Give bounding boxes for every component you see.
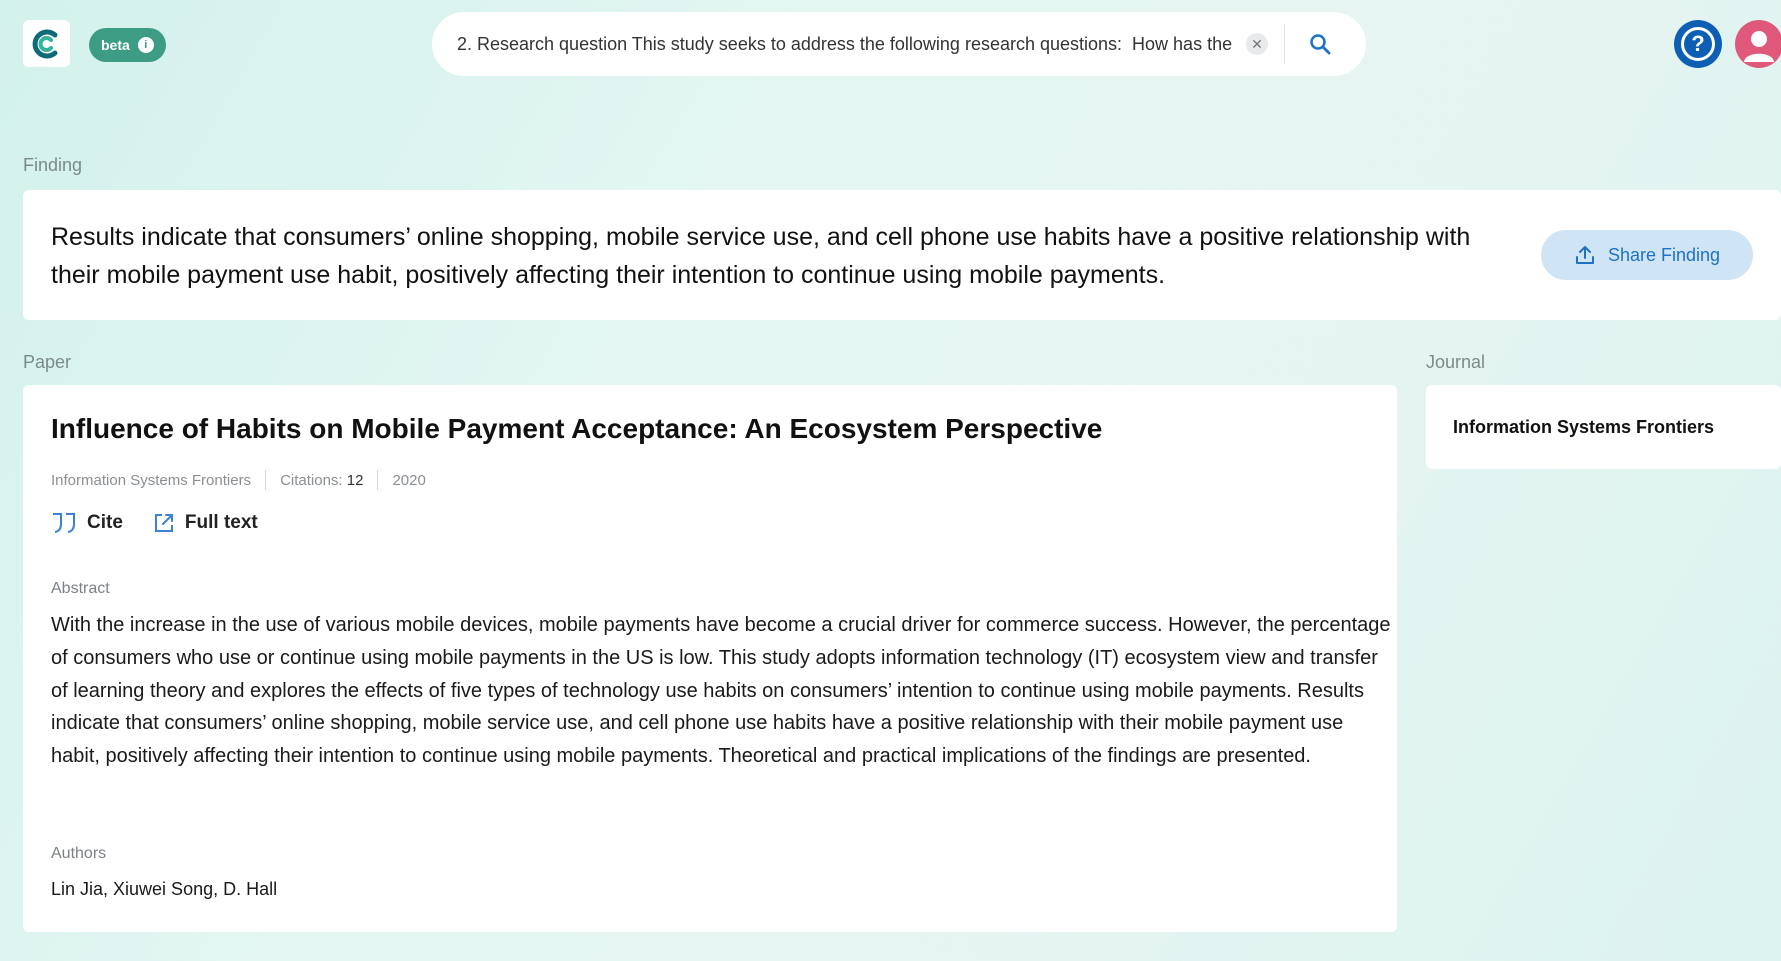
search-divider (1284, 24, 1285, 64)
finding-card: Results indicate that consumers’ online … (23, 190, 1781, 320)
search-input[interactable] (455, 32, 1234, 56)
authors-list: Lin Jia, Xiuwei Song, D. Hall (51, 879, 278, 899)
full-text-label: Full text (184, 512, 258, 533)
question-icon: ? (1681, 27, 1715, 61)
search-button[interactable] (1305, 29, 1335, 59)
user-avatar-icon (1744, 31, 1774, 62)
share-finding-button[interactable]: Share Finding (1541, 230, 1753, 280)
paper-actions: Cite Full text (51, 512, 258, 534)
paper-year: 2020 (392, 471, 426, 489)
citations-count: 12 (346, 471, 364, 489)
info-icon: i (137, 37, 154, 53)
paper-section-label: Paper (23, 352, 72, 372)
abstract-text: With the increase in the use of various … (51, 614, 1391, 768)
paper-meta: Information Systems Frontiers Citations:… (51, 470, 426, 490)
top-bar: beta i ✕ ? (0, 0, 1781, 90)
finding-section-label: Finding (23, 155, 83, 175)
paper-title: Influence of Habits on Mobile Payment Ac… (51, 413, 1103, 444)
external-link-icon (154, 514, 173, 532)
quote-icon (53, 513, 75, 533)
full-text-link[interactable]: Full text (153, 512, 258, 534)
consensus-logo-icon[interactable] (23, 20, 70, 67)
upload-icon (1575, 246, 1594, 264)
citations-label: Citations: (280, 471, 343, 489)
beta-label: beta (101, 37, 130, 53)
search-icon (1310, 34, 1331, 55)
finding-text: Results indicate that consumers’ online … (51, 223, 1471, 289)
citations: Citations: 12 (280, 472, 363, 489)
avatar[interactable] (1735, 20, 1781, 68)
journal-name: Information Systems Frontiers (1453, 417, 1715, 437)
search-bar: ✕ (432, 12, 1366, 76)
help-button[interactable]: ? (1674, 20, 1722, 68)
cite-button[interactable]: Cite (51, 512, 123, 534)
beta-badge[interactable]: beta i (89, 28, 166, 62)
journal-section-label: Journal (1426, 352, 1486, 372)
cite-label: Cite (87, 512, 123, 533)
paper-card: Influence of Habits on Mobile Payment Ac… (23, 385, 1397, 932)
meta-divider (377, 470, 379, 490)
journal-card[interactable]: Information Systems Frontiers (1426, 385, 1781, 469)
abstract-label: Abstract (51, 580, 110, 597)
close-icon[interactable]: ✕ (1246, 33, 1268, 55)
share-finding-label: Share Finding (1607, 244, 1721, 265)
paper-journal: Information Systems Frontiers (51, 471, 252, 489)
authors-label: Authors (51, 845, 107, 862)
meta-divider (265, 470, 267, 490)
